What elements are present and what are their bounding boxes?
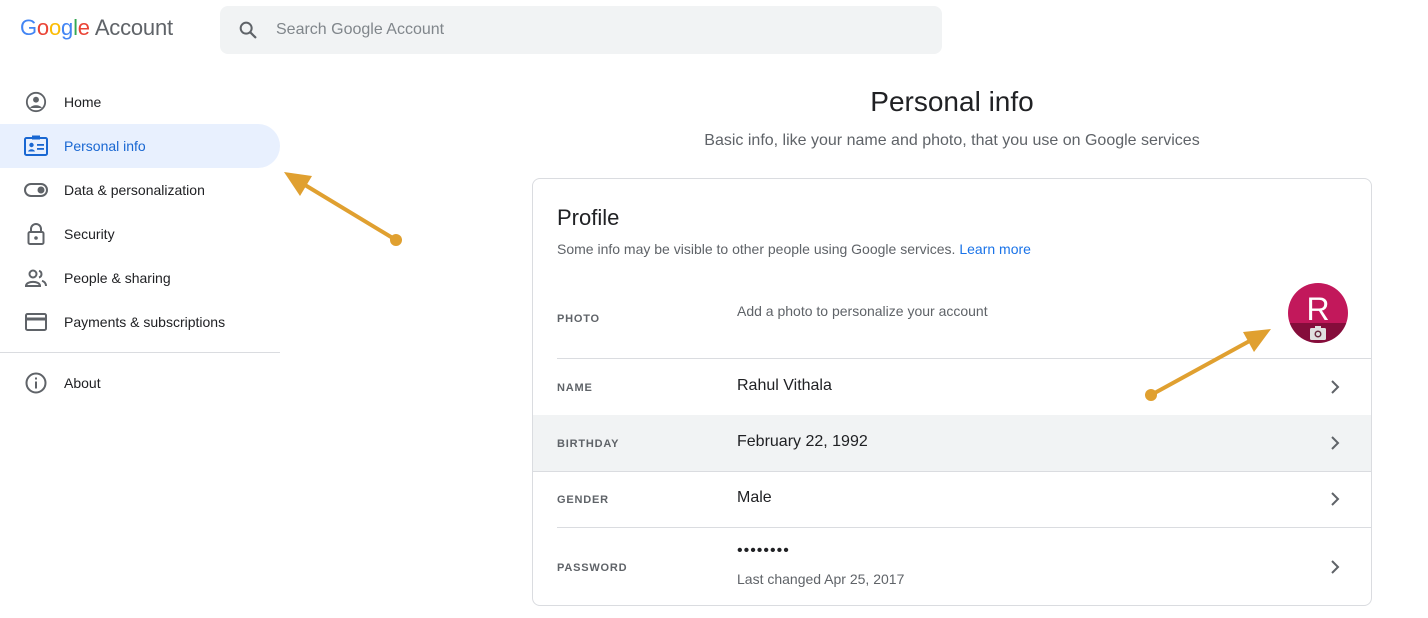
- chevron-right-icon: [1331, 380, 1340, 394]
- learn-more-link[interactable]: Learn more: [959, 241, 1031, 257]
- password-value: ••••••••: [737, 542, 790, 559]
- name-value: Rahul Vithala: [737, 377, 832, 394]
- gender-row[interactable]: GENDER Male: [533, 471, 1371, 527]
- chevron-right-icon: [1331, 492, 1340, 506]
- sidebar-item-personal-info[interactable]: Personal info: [0, 124, 280, 168]
- name-label: NAME: [557, 382, 593, 394]
- row-divider: [533, 471, 1371, 472]
- sidebar-item-people-sharing[interactable]: People & sharing: [0, 256, 280, 300]
- account-circle-icon: [24, 90, 48, 114]
- password-label: PASSWORD: [557, 562, 628, 574]
- logo-letter: G: [20, 15, 37, 40]
- profile-card: Profile Some info may be visible to othe…: [532, 178, 1372, 606]
- avatar[interactable]: R: [1288, 283, 1348, 343]
- photo-label: PHOTO: [557, 313, 600, 325]
- id-card-icon: [24, 134, 48, 158]
- logo-letter: g: [61, 15, 74, 40]
- annotation-arrow-personal-info: [284, 172, 402, 246]
- photo-row[interactable]: PHOTO Add a photo to personalize your ac…: [533, 275, 1371, 359]
- sidebar-item-label: Security: [64, 226, 115, 242]
- header: Google Account: [0, 0, 1428, 62]
- gender-label: GENDER: [557, 494, 609, 506]
- sidebar-item-payments[interactable]: Payments & subscriptions: [0, 300, 280, 344]
- sidebar-item-home[interactable]: Home: [0, 80, 280, 124]
- camera-icon: [1310, 326, 1326, 340]
- gender-value: Male: [737, 489, 772, 506]
- lock-icon: [24, 222, 48, 246]
- sidebar-divider: [0, 352, 280, 353]
- search-input[interactable]: [276, 16, 916, 44]
- profile-description-text: Some info may be visible to other people…: [557, 241, 956, 257]
- sidebar-item-label: Personal info: [64, 138, 146, 154]
- sidebar-nav: Home Personal info Data & personalizatio…: [0, 80, 280, 405]
- page-title: Personal info: [870, 86, 1034, 117]
- sidebar-item-security[interactable]: Security: [0, 212, 280, 256]
- toggle-icon: [24, 178, 48, 202]
- sidebar-item-label: People & sharing: [64, 270, 171, 286]
- profile-card-description: Some info may be visible to other people…: [557, 241, 1031, 257]
- row-divider: [557, 527, 1371, 528]
- birthday-row[interactable]: BIRTHDAY February 22, 1992: [533, 415, 1371, 471]
- sidebar-item-label: Payments & subscriptions: [64, 314, 226, 330]
- google-account-logo[interactable]: Google Account: [20, 15, 173, 41]
- sidebar-item-label: Data & personalization: [64, 182, 205, 198]
- chevron-right-icon: [1331, 560, 1340, 574]
- page-subtitle: Basic info, like your name and photo, th…: [704, 132, 1200, 149]
- photo-hint: Add a photo to personalize your account: [737, 303, 988, 319]
- sidebar-item-data-personalization[interactable]: Data & personalization: [0, 168, 280, 212]
- search-bar[interactable]: [220, 6, 942, 54]
- password-last-changed: Last changed Apr 25, 2017: [737, 571, 905, 587]
- birthday-label: BIRTHDAY: [557, 438, 620, 450]
- sidebar-item-label: Home: [64, 94, 102, 110]
- credit-card-icon: [24, 310, 48, 334]
- people-icon: [24, 266, 48, 290]
- logo-letter: e: [77, 15, 90, 40]
- info-icon: [24, 371, 48, 395]
- password-row[interactable]: PASSWORD •••••••• Last changed Apr 25, 2…: [533, 527, 1371, 605]
- birthday-value: February 22, 1992: [737, 433, 868, 450]
- sidebar-item-label: About: [64, 375, 101, 391]
- logo-suffix: Account: [94, 15, 173, 40]
- sidebar-item-about[interactable]: About: [0, 361, 280, 405]
- name-row[interactable]: NAME Rahul Vithala: [533, 359, 1371, 415]
- search-icon[interactable]: [237, 19, 259, 41]
- logo-letter: o: [48, 15, 62, 40]
- logo-letter: o: [36, 15, 49, 40]
- profile-card-title: Profile: [557, 205, 620, 230]
- chevron-right-icon: [1331, 436, 1340, 450]
